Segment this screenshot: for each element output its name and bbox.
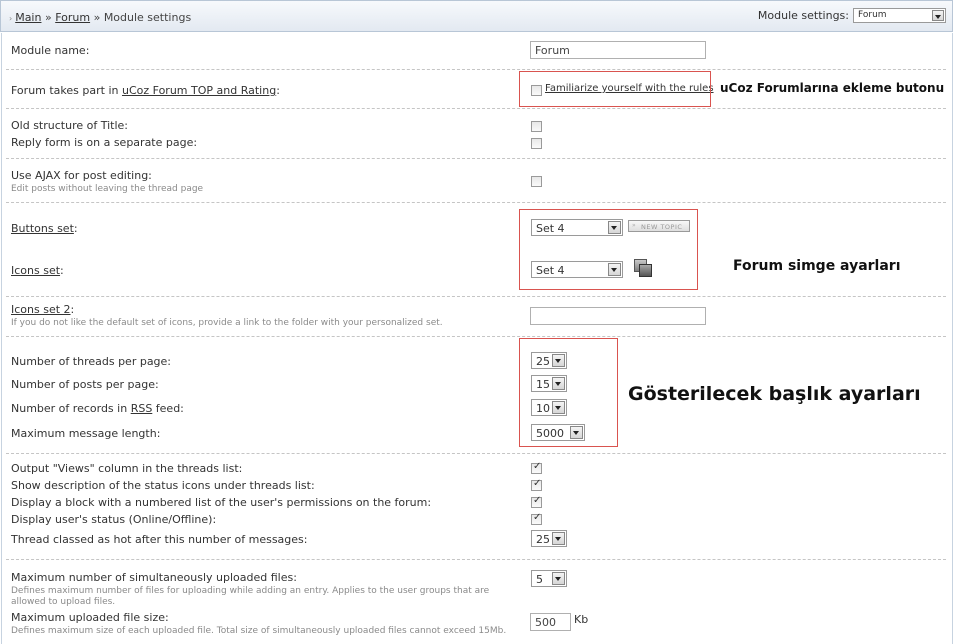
divider (6, 158, 946, 159)
status-icons-label: Show description of the status icons und… (11, 479, 315, 492)
views-column-label: Output "Views" column in the threads lis… (11, 462, 243, 475)
posts-per-page-label: Number of posts per page: (11, 378, 159, 391)
max-message-length-label: Maximum message length: (11, 427, 161, 440)
breadcrumb-separator: » (93, 11, 101, 24)
ajax-checkbox[interactable] (531, 176, 542, 187)
hot-thread-label: Thread classed as hot after this number … (11, 533, 308, 546)
breadcrumb-arrow-icon: › (9, 14, 13, 23)
reply-form-label: Reply form is on a separate page: (11, 136, 198, 149)
icons-set-2-label: Icons set 2: (11, 303, 75, 316)
divider (6, 202, 946, 203)
module-settings-select[interactable]: Forum (853, 8, 946, 23)
permissions-block-checkbox[interactable] (531, 495, 542, 508)
user-status-checkbox[interactable] (531, 512, 542, 525)
header-bar: › Main » Forum » Module settings Module s… (0, 0, 953, 32)
views-column-checkbox[interactable] (531, 461, 542, 474)
divider (6, 108, 946, 109)
divider (6, 296, 946, 297)
annotation-icon-settings: Forum simge ayarları (733, 258, 901, 274)
breadcrumb-forum-link[interactable]: Forum (55, 11, 90, 24)
module-settings-selector: Module settings: Forum (758, 8, 946, 23)
annotation-box-forum (519, 71, 711, 107)
rss-abbr: RSS (130, 402, 153, 415)
breadcrumb-current: Module settings (103, 11, 192, 24)
status-icons-checkbox[interactable] (531, 478, 542, 491)
forum-top-label: Forum takes part in uCoz Forum TOP and R… (11, 84, 280, 97)
divider (6, 559, 946, 560)
icons-set-2-link[interactable]: Icons set 2 (11, 303, 71, 316)
divider (6, 453, 946, 454)
breadcrumb-separator: » (44, 11, 52, 24)
annotation-box-counts (519, 338, 618, 447)
max-file-size-unit: Kb (574, 613, 589, 626)
chevron-down-icon (932, 10, 944, 21)
ajax-label: Use AJAX for post editing: (11, 169, 152, 182)
max-file-size-description: Defines maximum size of each uploaded fi… (11, 626, 507, 636)
icons-set-label: Icons set: (11, 264, 64, 277)
icons-set-link[interactable]: Icons set (11, 264, 60, 277)
threads-per-page-label: Number of threads per page: (11, 355, 172, 368)
buttons-set-link[interactable]: Buttons set (11, 222, 74, 235)
icons-set-2-input[interactable] (530, 307, 706, 325)
chevron-down-icon (552, 532, 565, 545)
module-name-label: Module name: (11, 44, 90, 57)
old-structure-checkbox[interactable] (531, 121, 542, 132)
module-name-input[interactable]: Forum (530, 41, 706, 59)
icons-set-2-description: If you do not like the default set of ic… (11, 318, 443, 328)
forum-top-link[interactable]: uCoz Forum TOP and Rating (122, 84, 276, 97)
max-file-size-input[interactable]: 500 (530, 613, 571, 631)
divider (6, 69, 946, 70)
divider (6, 336, 946, 337)
max-file-size-label: Maximum uploaded file size: (11, 611, 169, 624)
max-uploads-label: Maximum number of simultaneously uploade… (11, 571, 297, 584)
annotation-forum-add-button: uCoz Forumlarına ekleme butonu (720, 81, 945, 95)
rss-records-label: Number of records in RSS feed: (11, 402, 184, 415)
annotation-display-settings: Gösterilecek başlık ayarları (628, 383, 921, 405)
reply-form-checkbox[interactable] (531, 138, 542, 149)
module-settings-label: Module settings: (757, 9, 849, 22)
chevron-down-icon (552, 572, 565, 585)
old-structure-label: Old structure of Title: (11, 119, 128, 132)
breadcrumb: › Main » Forum » Module settings (9, 11, 191, 24)
buttons-set-label: Buttons set: (11, 222, 78, 235)
max-uploads-select[interactable]: 5 (531, 570, 567, 587)
user-status-label: Display user's status (Online/Offline): (11, 513, 217, 526)
breadcrumb-main-link[interactable]: Main (15, 11, 41, 24)
hot-thread-select[interactable]: 25 (531, 530, 567, 547)
annotation-box-sets (519, 209, 698, 290)
ajax-description: Edit posts without leaving the thread pa… (11, 184, 204, 194)
permissions-block-label: Display a block with a numbered list of … (11, 496, 432, 509)
max-uploads-description: Defines maximum number of files for uplo… (11, 586, 490, 607)
settings-panel (1, 33, 953, 644)
